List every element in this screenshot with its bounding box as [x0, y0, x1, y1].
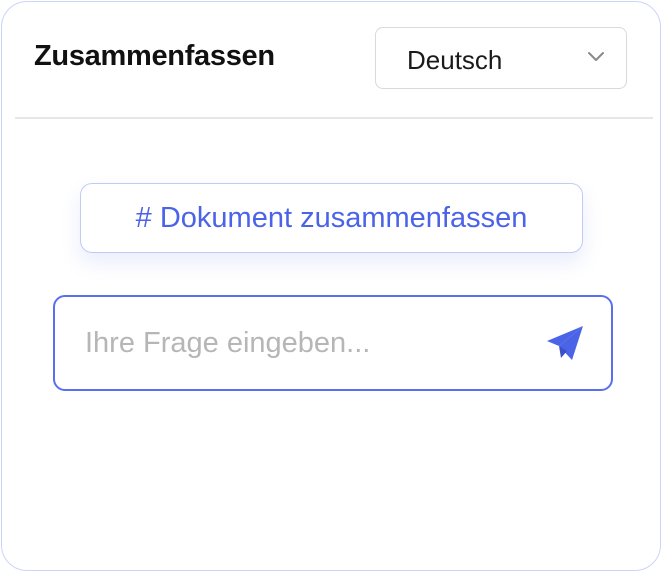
language-selected-value: Deutsch — [407, 45, 503, 75]
panel-title: Zusammenfassen — [34, 40, 275, 72]
question-input-box — [53, 295, 613, 391]
summarize-document-label: # Dokument zusammenfassen — [135, 201, 528, 234]
summarize-document-button[interactable]: # Dokument zusammenfassen — [80, 183, 583, 253]
header-divider — [15, 117, 653, 119]
language-select[interactable]: Deutsch — [375, 27, 627, 89]
chevron-down-icon — [586, 50, 606, 64]
panel-header: Zusammenfassen Deutsch — [2, 2, 660, 118]
send-button[interactable] — [545, 324, 585, 362]
question-input[interactable] — [85, 317, 525, 369]
send-icon — [545, 324, 585, 362]
summarize-panel: Zusammenfassen Deutsch # Dokument zusamm… — [1, 1, 661, 571]
